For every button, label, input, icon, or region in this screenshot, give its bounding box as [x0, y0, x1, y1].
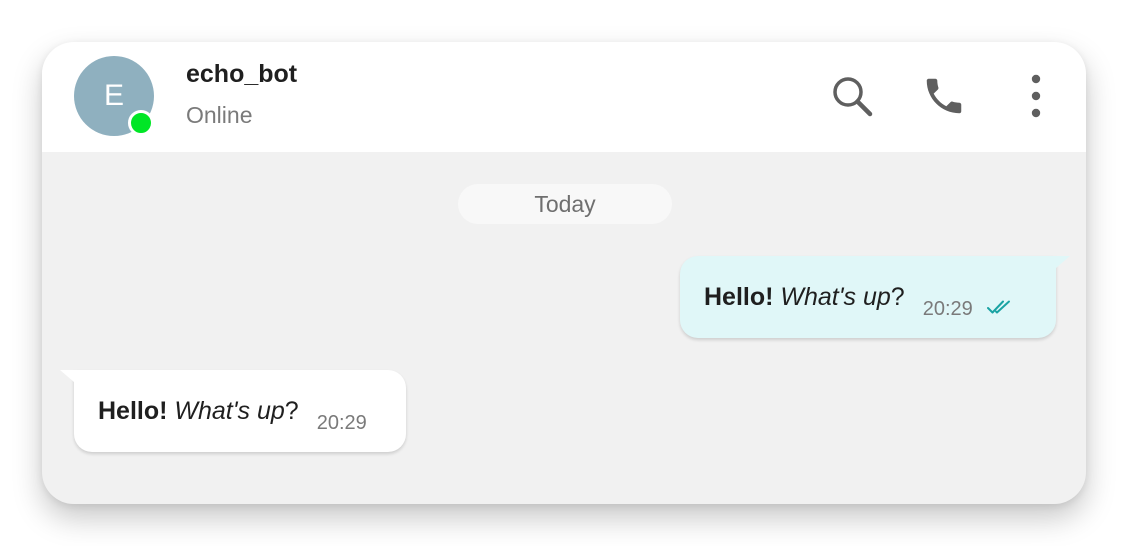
search-icon	[833, 77, 873, 117]
message-text: Hello! What's up?	[704, 283, 905, 312]
incoming-message[interactable]: Hello! What's up? 20:29	[60, 370, 406, 452]
chat-window: E echo_bot Online Today Hello! What's up…	[42, 42, 1086, 504]
date-separator-label: Today	[534, 190, 596, 217]
online-status-dot	[128, 110, 154, 136]
contact-status: Online	[186, 102, 253, 128]
chat-header: E echo_bot Online	[42, 42, 1086, 152]
message-bold-text: Hello!	[704, 282, 774, 311]
message-italic-text: What's up	[174, 396, 285, 425]
message-time: 20:29	[922, 297, 973, 320]
message-plain-text: ?	[284, 396, 299, 425]
more-options-button[interactable]	[1010, 70, 1062, 122]
message-italic-text: What's up	[780, 282, 891, 311]
more-vertical-icon	[1031, 74, 1041, 118]
message-text: Hello! What's up?	[98, 397, 299, 426]
outgoing-message[interactable]: Hello! What's up? 20:29	[680, 256, 1070, 338]
bubble-tail	[60, 370, 74, 382]
search-button[interactable]	[826, 70, 878, 122]
phone-icon	[926, 78, 962, 114]
call-button[interactable]	[918, 70, 970, 122]
double-check-icon	[986, 300, 1010, 314]
message-time: 20:29	[316, 411, 367, 434]
avatar-letter: E	[103, 79, 124, 112]
bubble-tail	[1056, 256, 1070, 268]
contact-name[interactable]: echo_bot	[186, 60, 297, 89]
date-separator: Today	[458, 184, 672, 224]
message-bold-text: Hello!	[98, 396, 168, 425]
message-plain-text: ?	[890, 282, 905, 311]
